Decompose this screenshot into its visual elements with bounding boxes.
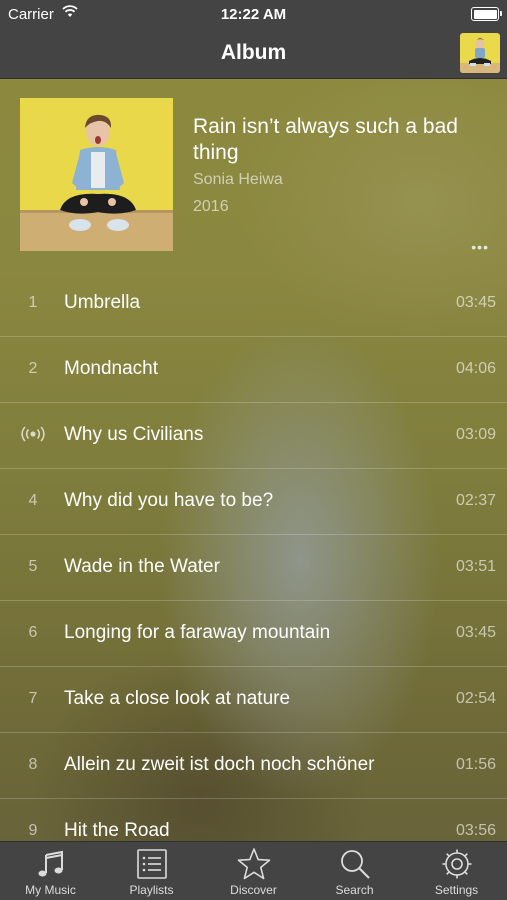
track-title: Why us Civilians	[64, 424, 204, 445]
track-row-now-playing[interactable]: Why us Civilians 03:09	[0, 403, 507, 469]
tab-label: Settings	[434, 883, 479, 897]
album-year: 2016	[193, 198, 229, 215]
track-title: Take a close look at nature	[64, 688, 291, 709]
track-title: Why did you have to be?	[64, 490, 274, 511]
tab-settings[interactable]: Settings	[406, 842, 507, 900]
track-number: 6	[28, 624, 38, 641]
track-row[interactable]: 5 Wade in the Water 03:51	[0, 535, 507, 601]
track-duration: 02:54	[455, 690, 496, 707]
tab-search[interactable]: Search	[304, 842, 405, 900]
gear-icon	[406, 846, 507, 882]
album-cover	[20, 98, 173, 251]
track-row[interactable]: 2 Mondnacht 04:06	[0, 337, 507, 403]
track-number: 9	[28, 822, 38, 839]
navigation-bar: Album	[0, 28, 507, 79]
tab-my-music[interactable]: My Music	[0, 842, 101, 900]
tab-bar: My Music Playlists Discover Search Setti…	[0, 841, 507, 900]
track-number: 8	[28, 756, 38, 773]
track-duration: 01:56	[455, 756, 496, 773]
list-icon	[101, 846, 202, 882]
search-icon	[304, 846, 405, 882]
track-title: Mondnacht	[64, 358, 159, 379]
track-row[interactable]: 8 Allein zu zweit ist doch noch schöner …	[0, 733, 507, 799]
tab-playlists[interactable]: Playlists	[101, 842, 202, 900]
track-title: Hit the Road	[64, 820, 170, 841]
now-playing-thumbnail[interactable]	[460, 33, 500, 73]
track-row[interactable]: 1 Umbrella 03:45	[0, 271, 507, 337]
tab-label: Playlists	[129, 883, 174, 897]
track-duration: 03:45	[455, 624, 496, 641]
track-duration: 02:37	[455, 492, 496, 509]
track-title: Umbrella	[64, 292, 141, 313]
music-note-icon	[0, 846, 101, 882]
now-playing-icon	[14, 426, 52, 447]
track-row[interactable]: 4 Why did you have to be? 02:37	[0, 469, 507, 535]
track-number: 4	[28, 492, 38, 509]
track-row[interactable]: 7 Take a close look at nature 02:54	[0, 667, 507, 733]
track-row[interactable]: 6 Longing for a faraway mountain 03:45	[0, 601, 507, 667]
track-row[interactable]: 9 Hit the Road 03:56	[0, 799, 507, 841]
track-title: Allein zu zweit ist doch noch schöner	[64, 754, 375, 775]
track-title: Longing for a faraway mountain	[64, 622, 331, 643]
track-duration: 03:09	[455, 426, 496, 443]
star-icon	[203, 846, 304, 882]
battery-icon	[471, 7, 502, 21]
page-title: Album	[220, 41, 287, 64]
album-title: Rain isn’t always such a bad thing	[193, 115, 458, 164]
track-number: 1	[28, 294, 38, 311]
track-duration: 03:51	[455, 558, 496, 575]
album-artist[interactable]: Sonia Heiwa	[193, 171, 283, 189]
status-bar: Carrier 12:22 AM	[0, 0, 507, 28]
track-number: 2	[28, 360, 38, 377]
more-options-icon[interactable]: •••	[471, 239, 489, 255]
track-duration: 03:45	[455, 294, 496, 311]
album-header: Rain isn’t always such a bad thing Sonia…	[0, 80, 507, 270]
track-duration: 04:06	[455, 360, 496, 377]
track-duration: 03:56	[455, 822, 496, 839]
tab-label: My Music	[25, 883, 76, 897]
track-title: Wade in the Water	[64, 556, 220, 577]
tab-discover[interactable]: Discover	[203, 842, 304, 900]
track-number: 7	[28, 690, 38, 707]
track-list: 1 Umbrella 03:45 2 Mondnacht 04:06 Why u…	[0, 271, 507, 841]
tab-label: Search	[335, 883, 374, 897]
clock: 12:22 AM	[220, 6, 287, 23]
track-number: 5	[28, 558, 38, 575]
tab-label: Discover	[230, 883, 277, 897]
